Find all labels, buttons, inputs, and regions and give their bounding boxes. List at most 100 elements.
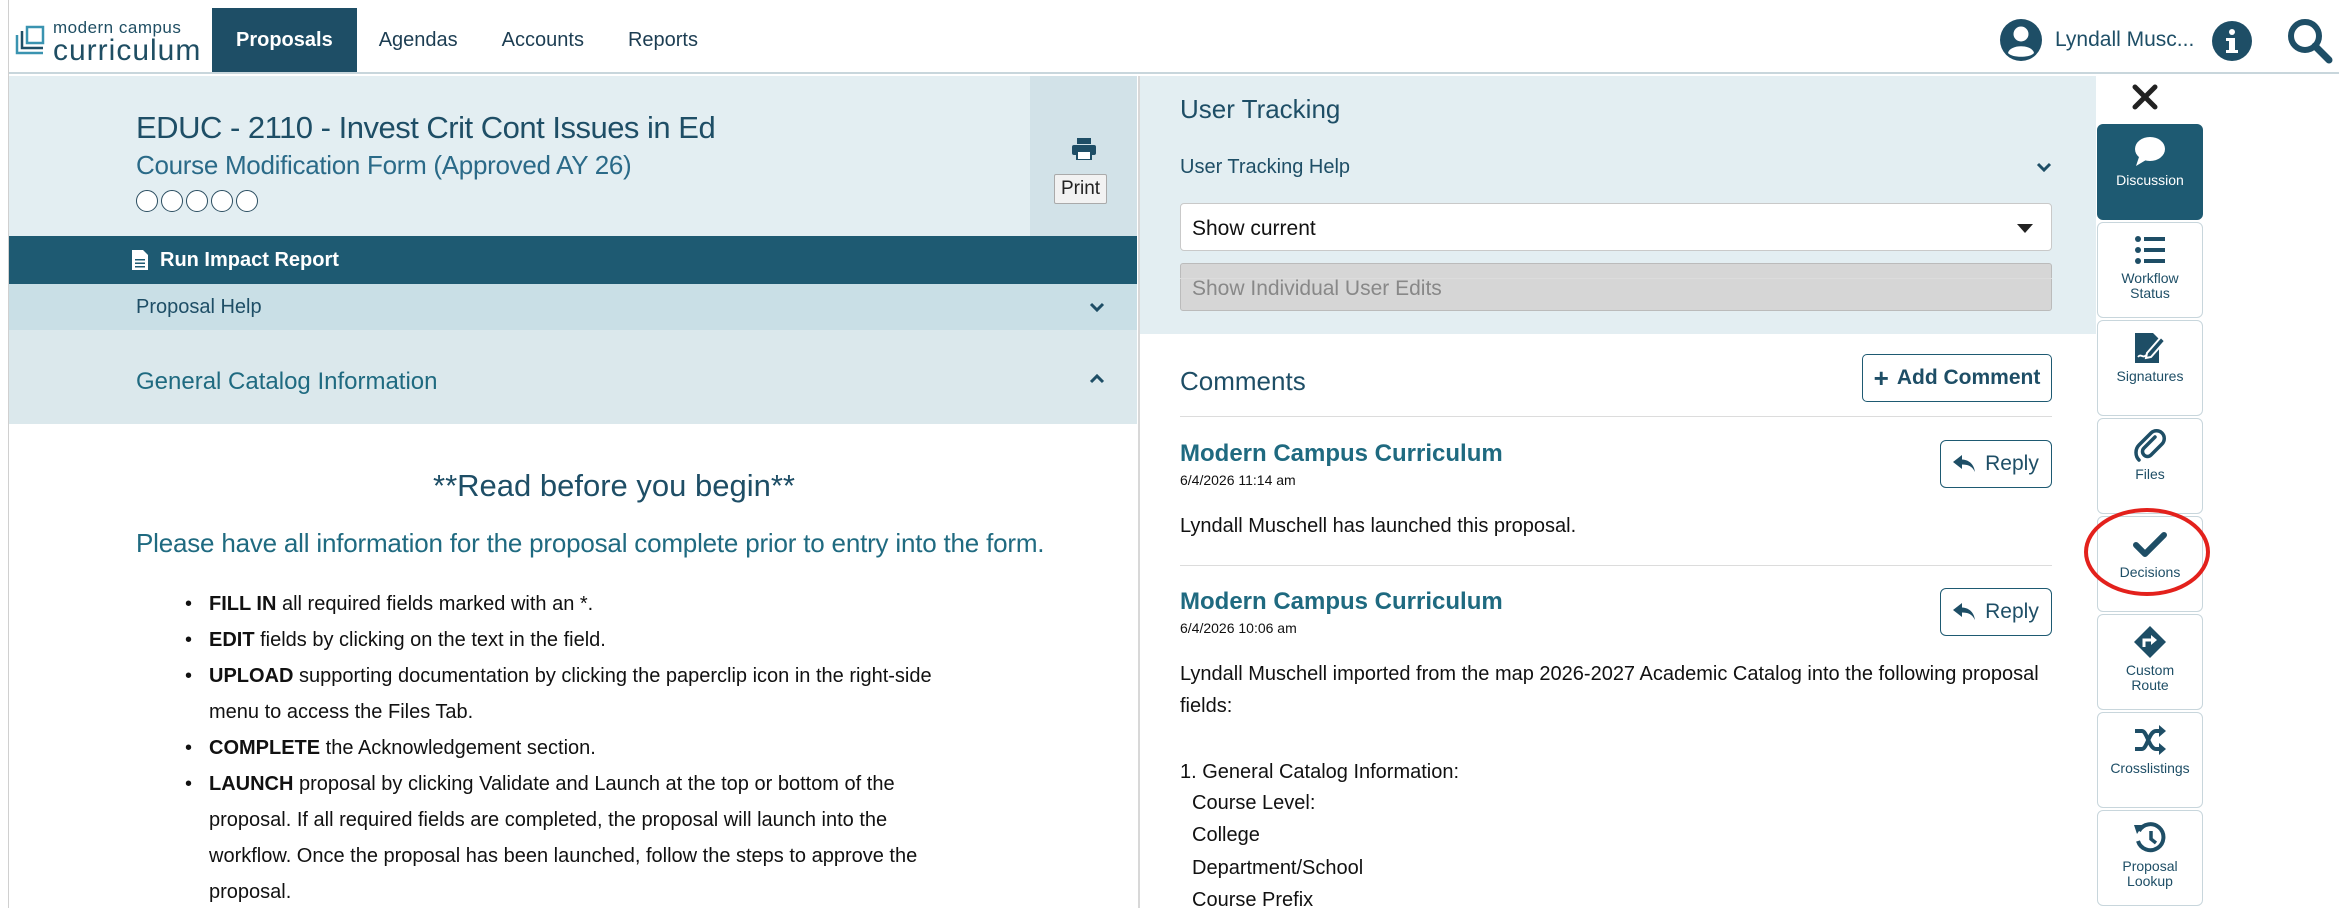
user-name: Lyndall Musc... — [2055, 28, 2195, 51]
proposal-help-label: Proposal Help — [136, 296, 262, 318]
bullet-keyword: COMPLETE — [209, 737, 321, 759]
divider — [1180, 565, 2052, 566]
user-tracking-section: User Tracking User Tracking Help Show cu… — [1140, 76, 2096, 334]
paperclip-icon — [2134, 429, 2166, 462]
bullet-keyword: EDIT — [209, 629, 255, 651]
sidebar-label: Custom Route — [2125, 662, 2175, 693]
workflow-list-icon — [2135, 236, 2165, 264]
sidebar-item-discussion[interactable]: Discussion — [2097, 124, 2203, 220]
bullet-keyword: FILL IN — [209, 593, 277, 615]
proposal-title: EDUC - 2110 - Invest Crit Cont Issues in… — [136, 110, 716, 145]
instructions-list: FILL IN all required fields marked with … — [185, 586, 1015, 908]
bullet-text: proposal by clicking Validate and Launch… — [209, 773, 918, 903]
print-tooltip: Print — [1054, 174, 1108, 204]
general-catalog-section-header[interactable]: General Catalog Information — [9, 330, 1137, 424]
proposal-header: EDUC - 2110 - Invest Crit Cont Issues in… — [9, 76, 1137, 236]
chevron-down-icon[interactable] — [2036, 162, 2052, 172]
add-comment-button[interactable]: + Add Comment — [1862, 354, 2052, 402]
comment-list-item: Course Prefix — [1192, 889, 1314, 908]
comment-date: 6/4/2026 11:14 am — [1180, 472, 1296, 488]
select-value: Show current — [1192, 217, 1316, 240]
list-item: FILL IN all required fields marked with … — [185, 586, 1015, 622]
bullet-text: all required fields marked with an *. — [276, 593, 594, 615]
top-navigation-bar: modern campus curriculum Proposals Agend… — [9, 8, 2339, 74]
user-avatar-icon — [2000, 19, 2042, 61]
reply-arrow-icon — [1953, 455, 1976, 472]
reply-label: Reply — [1985, 452, 2039, 475]
instructions-heading: Please have all information for the prop… — [136, 528, 1045, 558]
comment-text: Lyndall Muschell imported from the map 2… — [1180, 663, 2039, 717]
chevron-up-icon — [1089, 374, 1105, 384]
comments-title: Comments — [1180, 366, 1306, 396]
proposal-panel: EDUC - 2110 - Invest Crit Cont Issues in… — [9, 76, 1137, 908]
section-title: General Catalog Information — [136, 368, 438, 395]
progress-circle — [211, 190, 233, 212]
signature-icon — [2135, 333, 2167, 363]
bullet-text: fields by clicking on the text in the fi… — [254, 629, 606, 651]
bullet-text: the Acknowledgement section. — [320, 737, 596, 759]
sidebar-label: Signatures — [2116, 368, 2184, 384]
search-icon[interactable] — [2285, 16, 2333, 64]
app-logo[interactable]: modern campus curriculum — [13, 19, 202, 67]
list-item: COMPLETE the Acknowledgement section. — [185, 730, 1015, 766]
show-individual-edits-button[interactable]: Show Individual User Edits — [1180, 263, 2052, 311]
list-item: EDIT fields by clicking on the text in t… — [185, 622, 1015, 658]
comment-list-item: Course Level: — [1192, 792, 1316, 814]
reply-button[interactable]: Reply — [1940, 588, 2052, 636]
tab-proposals[interactable]: Proposals — [212, 8, 357, 72]
comment-text: Lyndall Muschell has launched this propo… — [1180, 515, 1577, 537]
sidebar-label: Workflow Status — [2121, 270, 2179, 301]
sidebar-item-proposal-lookup[interactable]: Proposal Lookup — [2097, 810, 2203, 906]
sidebar-item-custom-route[interactable]: Custom Route — [2097, 614, 2203, 710]
read-before-heading: **Read before you begin** — [433, 468, 795, 503]
logo-mark-icon — [15, 25, 45, 55]
sidebar-label: Discussion — [2116, 172, 2184, 188]
document-icon — [132, 250, 148, 270]
highlight-annotation-circle — [2084, 508, 2210, 596]
comment-list-item: Department/School — [1192, 857, 1364, 879]
user-tracking-select[interactable]: Show current — [1180, 203, 2052, 251]
comment-author: Modern Campus Curriculum — [1180, 588, 1503, 615]
comment-list-item: College — [1192, 824, 1260, 846]
sidebar-item-crosslistings[interactable]: Crosslistings — [2097, 712, 2203, 808]
sidebar-item-files[interactable]: Files — [2097, 418, 2203, 514]
comment-author: Modern Campus Curriculum — [1180, 440, 1503, 467]
caret-down-icon — [2017, 224, 2033, 233]
user-menu[interactable]: Lyndall Musc... — [1999, 18, 2194, 62]
tab-reports[interactable]: Reports — [606, 8, 720, 72]
close-icon[interactable] — [2130, 82, 2160, 112]
proposal-subtitle: Course Modification Form (Approved AY 26… — [136, 150, 632, 180]
reply-button[interactable]: Reply — [1940, 440, 2052, 488]
divider — [1180, 416, 2052, 417]
discussion-icon — [2135, 137, 2165, 166]
discussion-panel: User Tracking User Tracking Help Show cu… — [1140, 76, 2096, 908]
bullet-text: supporting documentation by clicking the… — [209, 665, 932, 723]
info-icon[interactable] — [2211, 20, 2253, 62]
run-impact-report-bar[interactable]: Run Impact Report — [9, 236, 1137, 284]
comment-date: 6/4/2026 10:06 am — [1180, 620, 1297, 636]
history-icon — [2134, 822, 2166, 853]
route-sign-icon — [2134, 626, 2166, 658]
tab-accounts[interactable]: Accounts — [480, 8, 606, 72]
window-left-edge — [0, 0, 9, 908]
sidebar-item-workflow-status[interactable]: Workflow Status — [2097, 222, 2203, 318]
tab-agendas[interactable]: Agendas — [357, 8, 480, 72]
sidebar-label: Proposal Lookup — [2122, 858, 2178, 889]
proposal-help-toggle[interactable]: Proposal Help — [9, 284, 1137, 330]
logo-text-big: curriculum — [53, 33, 202, 67]
right-sidebar: Discussion Workflow Status Signatures Fi… — [2096, 76, 2204, 908]
reply-arrow-icon — [1953, 603, 1976, 620]
progress-circle — [161, 190, 183, 212]
progress-circles — [136, 190, 261, 212]
sidebar-item-signatures[interactable]: Signatures — [2097, 320, 2203, 416]
progress-circle — [236, 190, 258, 212]
progress-circle — [136, 190, 158, 212]
main-nav-tabs: Proposals Agendas Accounts Reports — [212, 8, 720, 72]
user-tracking-help-toggle[interactable]: User Tracking Help — [1180, 156, 1350, 179]
printer-icon — [1072, 138, 1096, 160]
reply-label: Reply — [1985, 600, 2039, 623]
progress-circle — [186, 190, 208, 212]
show-individual-edits-label: Show Individual User Edits — [1192, 277, 1442, 300]
print-button[interactable]: Print — [1030, 76, 1137, 236]
add-comment-label: Add Comment — [1896, 366, 2041, 389]
